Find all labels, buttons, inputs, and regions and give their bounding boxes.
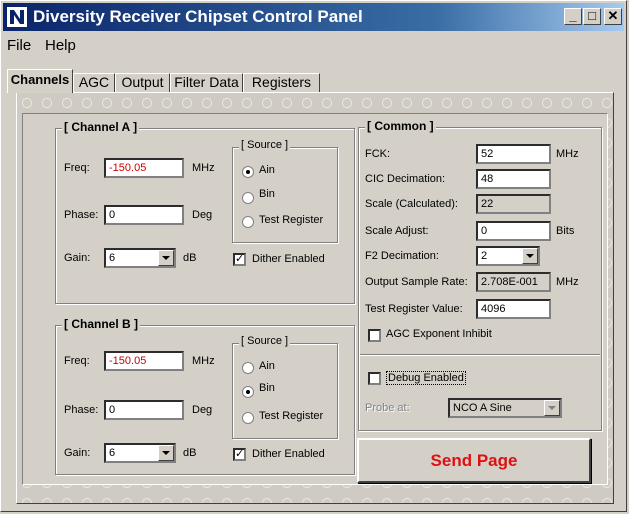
channel-a-dither-label: Dither Enabled: [252, 253, 325, 265]
chevron-down-icon[interactable]: [158, 250, 174, 266]
channel-b-group: [ Channel B ] Freq: -150.05 MHz Phase: 0…: [55, 317, 355, 475]
agc-inhibit-label: AGC Exponent Inhibit: [386, 328, 492, 340]
channel-a-source-title: [ Source ]: [239, 139, 291, 151]
channel-a-source-ain-label: Ain: [259, 164, 275, 176]
maximize-button[interactable]: □: [583, 8, 601, 25]
minimize-icon: _: [569, 8, 577, 23]
channel-b-phase-label: Phase:: [64, 404, 99, 416]
channel-a-source-group: [ Source ] Ain Bin Test Register: [232, 139, 338, 243]
agc-inhibit-checkbox[interactable]: [368, 329, 381, 342]
channel-a-source-test-label: Test Register: [259, 214, 324, 226]
channel-b-source-title: [ Source ]: [239, 335, 291, 347]
close-button[interactable]: ✕: [604, 8, 622, 25]
osr-unit: MHz: [556, 276, 579, 288]
channel-b-gain-label: Gain:: [64, 447, 91, 459]
debug-label: Debug Enabled: [386, 371, 466, 385]
menu-file[interactable]: File: [7, 37, 31, 54]
app-icon: [6, 6, 28, 28]
channel-b-source-bin-label: Bin: [259, 382, 275, 394]
channel-a-dither-checkbox[interactable]: ✓: [233, 253, 246, 266]
channel-b-phase-unit: Deg: [192, 404, 213, 416]
osr-label: Output Sample Rate:: [365, 276, 468, 288]
trv-input[interactable]: 4096: [476, 299, 551, 319]
f2-select[interactable]: 2: [476, 246, 540, 266]
channel-a-freq-unit: MHz: [192, 162, 215, 174]
tab-registers[interactable]: Registers: [243, 73, 320, 92]
channel-a-freq-label: Freq:: [64, 162, 90, 174]
scale-adjust-unit: Bits: [556, 225, 575, 237]
probe-value: NCO A Sine: [453, 402, 512, 414]
tab-filter-data[interactable]: Filter Data: [170, 73, 243, 92]
channel-b-freq-unit: MHz: [192, 355, 215, 367]
channel-b-source-bin-radio[interactable]: [242, 386, 254, 398]
channel-b-source-test-label: Test Register: [259, 410, 324, 422]
channel-a-source-test-radio[interactable]: [242, 216, 254, 228]
maximize-icon: □: [588, 8, 596, 23]
channel-b-gain-unit: dB: [183, 447, 197, 459]
f2-value: 2: [481, 250, 488, 262]
debug-checkbox[interactable]: [368, 372, 381, 385]
minimize-button[interactable]: _: [564, 8, 582, 25]
channel-b-gain-value: 6: [109, 447, 116, 459]
chevron-down-icon[interactable]: [522, 248, 538, 264]
title-bar[interactable]: Diversity Receiver Chipset Control Panel…: [3, 3, 624, 31]
trv-label: Test Register Value:: [365, 303, 463, 315]
channel-b-source-group: [ Source ] Ain Bin Test Register: [232, 335, 338, 439]
channel-a-source-bin-label: Bin: [259, 188, 275, 200]
f2-label: F2 Decimation:: [365, 250, 439, 262]
channel-a-phase-input[interactable]: 0: [104, 205, 184, 225]
menu-help[interactable]: Help: [45, 37, 76, 54]
channel-b-source-ain-label: Ain: [259, 360, 275, 372]
channel-b-source-ain-radio[interactable]: [242, 362, 254, 374]
channel-b-title: [ Channel B ]: [62, 317, 140, 331]
channel-a-source-ain-radio[interactable]: [242, 166, 254, 178]
common-group: [ Common ] FCK: 52 MHz CIC Decimation: 4…: [358, 119, 602, 431]
channel-b-freq-label: Freq:: [64, 355, 90, 367]
probe-select: NCO A Sine: [448, 398, 562, 418]
scale-adjust-input[interactable]: 0: [476, 221, 551, 241]
tab-agc[interactable]: AGC: [73, 73, 115, 92]
channel-b-gain-select[interactable]: 6: [104, 443, 176, 463]
window-title: Diversity Receiver Chipset Control Panel: [33, 7, 363, 26]
app-window: Diversity Receiver Chipset Control Panel…: [0, 0, 627, 512]
close-icon: ✕: [607, 8, 619, 23]
channel-a-gain-label: Gain:: [64, 252, 91, 264]
channel-a-gain-unit: dB: [183, 252, 197, 264]
fck-input[interactable]: 52: [476, 144, 551, 164]
channel-a-phase-label: Phase:: [64, 209, 99, 221]
osr-value: 2.708E-001: [476, 272, 551, 292]
fck-label: FCK:: [365, 148, 391, 160]
channel-a-group: [ Channel A ] Freq: -150.05 MHz Phase: 0…: [55, 120, 355, 304]
channel-b-freq-input[interactable]: -150.05: [104, 351, 184, 371]
tab-output[interactable]: Output: [115, 73, 170, 92]
menu-bar: File Help: [3, 34, 623, 56]
channel-a-title: [ Channel A ]: [62, 120, 140, 134]
common-title: [ Common ]: [365, 119, 436, 133]
channel-a-gain-value: 6: [109, 252, 116, 264]
send-page-button[interactable]: Send Page: [357, 438, 591, 483]
scale-calc-value: 22: [476, 194, 551, 214]
fck-unit: MHz: [556, 148, 579, 160]
cic-input[interactable]: 48: [476, 169, 551, 189]
cic-label: CIC Decimation:: [365, 173, 446, 185]
common-divider: [360, 354, 600, 356]
scale-adjust-label: Scale Adjust:: [365, 225, 429, 237]
chevron-down-icon[interactable]: [158, 445, 174, 461]
channel-a-source-bin-radio[interactable]: [242, 192, 254, 204]
channels-panel: [ Channel A ] Freq: -150.05 MHz Phase: 0…: [22, 113, 608, 485]
channel-a-gain-select[interactable]: 6: [104, 248, 176, 268]
channel-b-phase-input[interactable]: 0: [104, 400, 184, 420]
probe-label: Probe at:: [365, 402, 410, 414]
channel-b-dither-label: Dither Enabled: [252, 448, 325, 460]
channel-a-freq-input[interactable]: -150.05: [104, 158, 184, 178]
chevron-down-icon: [544, 400, 560, 416]
channel-a-phase-unit: Deg: [192, 209, 213, 221]
channel-b-dither-checkbox[interactable]: ✓: [233, 448, 246, 461]
tab-channels[interactable]: Channels: [7, 69, 73, 93]
channel-b-source-test-radio[interactable]: [242, 412, 254, 424]
scale-calc-label: Scale (Calculated):: [365, 198, 458, 210]
